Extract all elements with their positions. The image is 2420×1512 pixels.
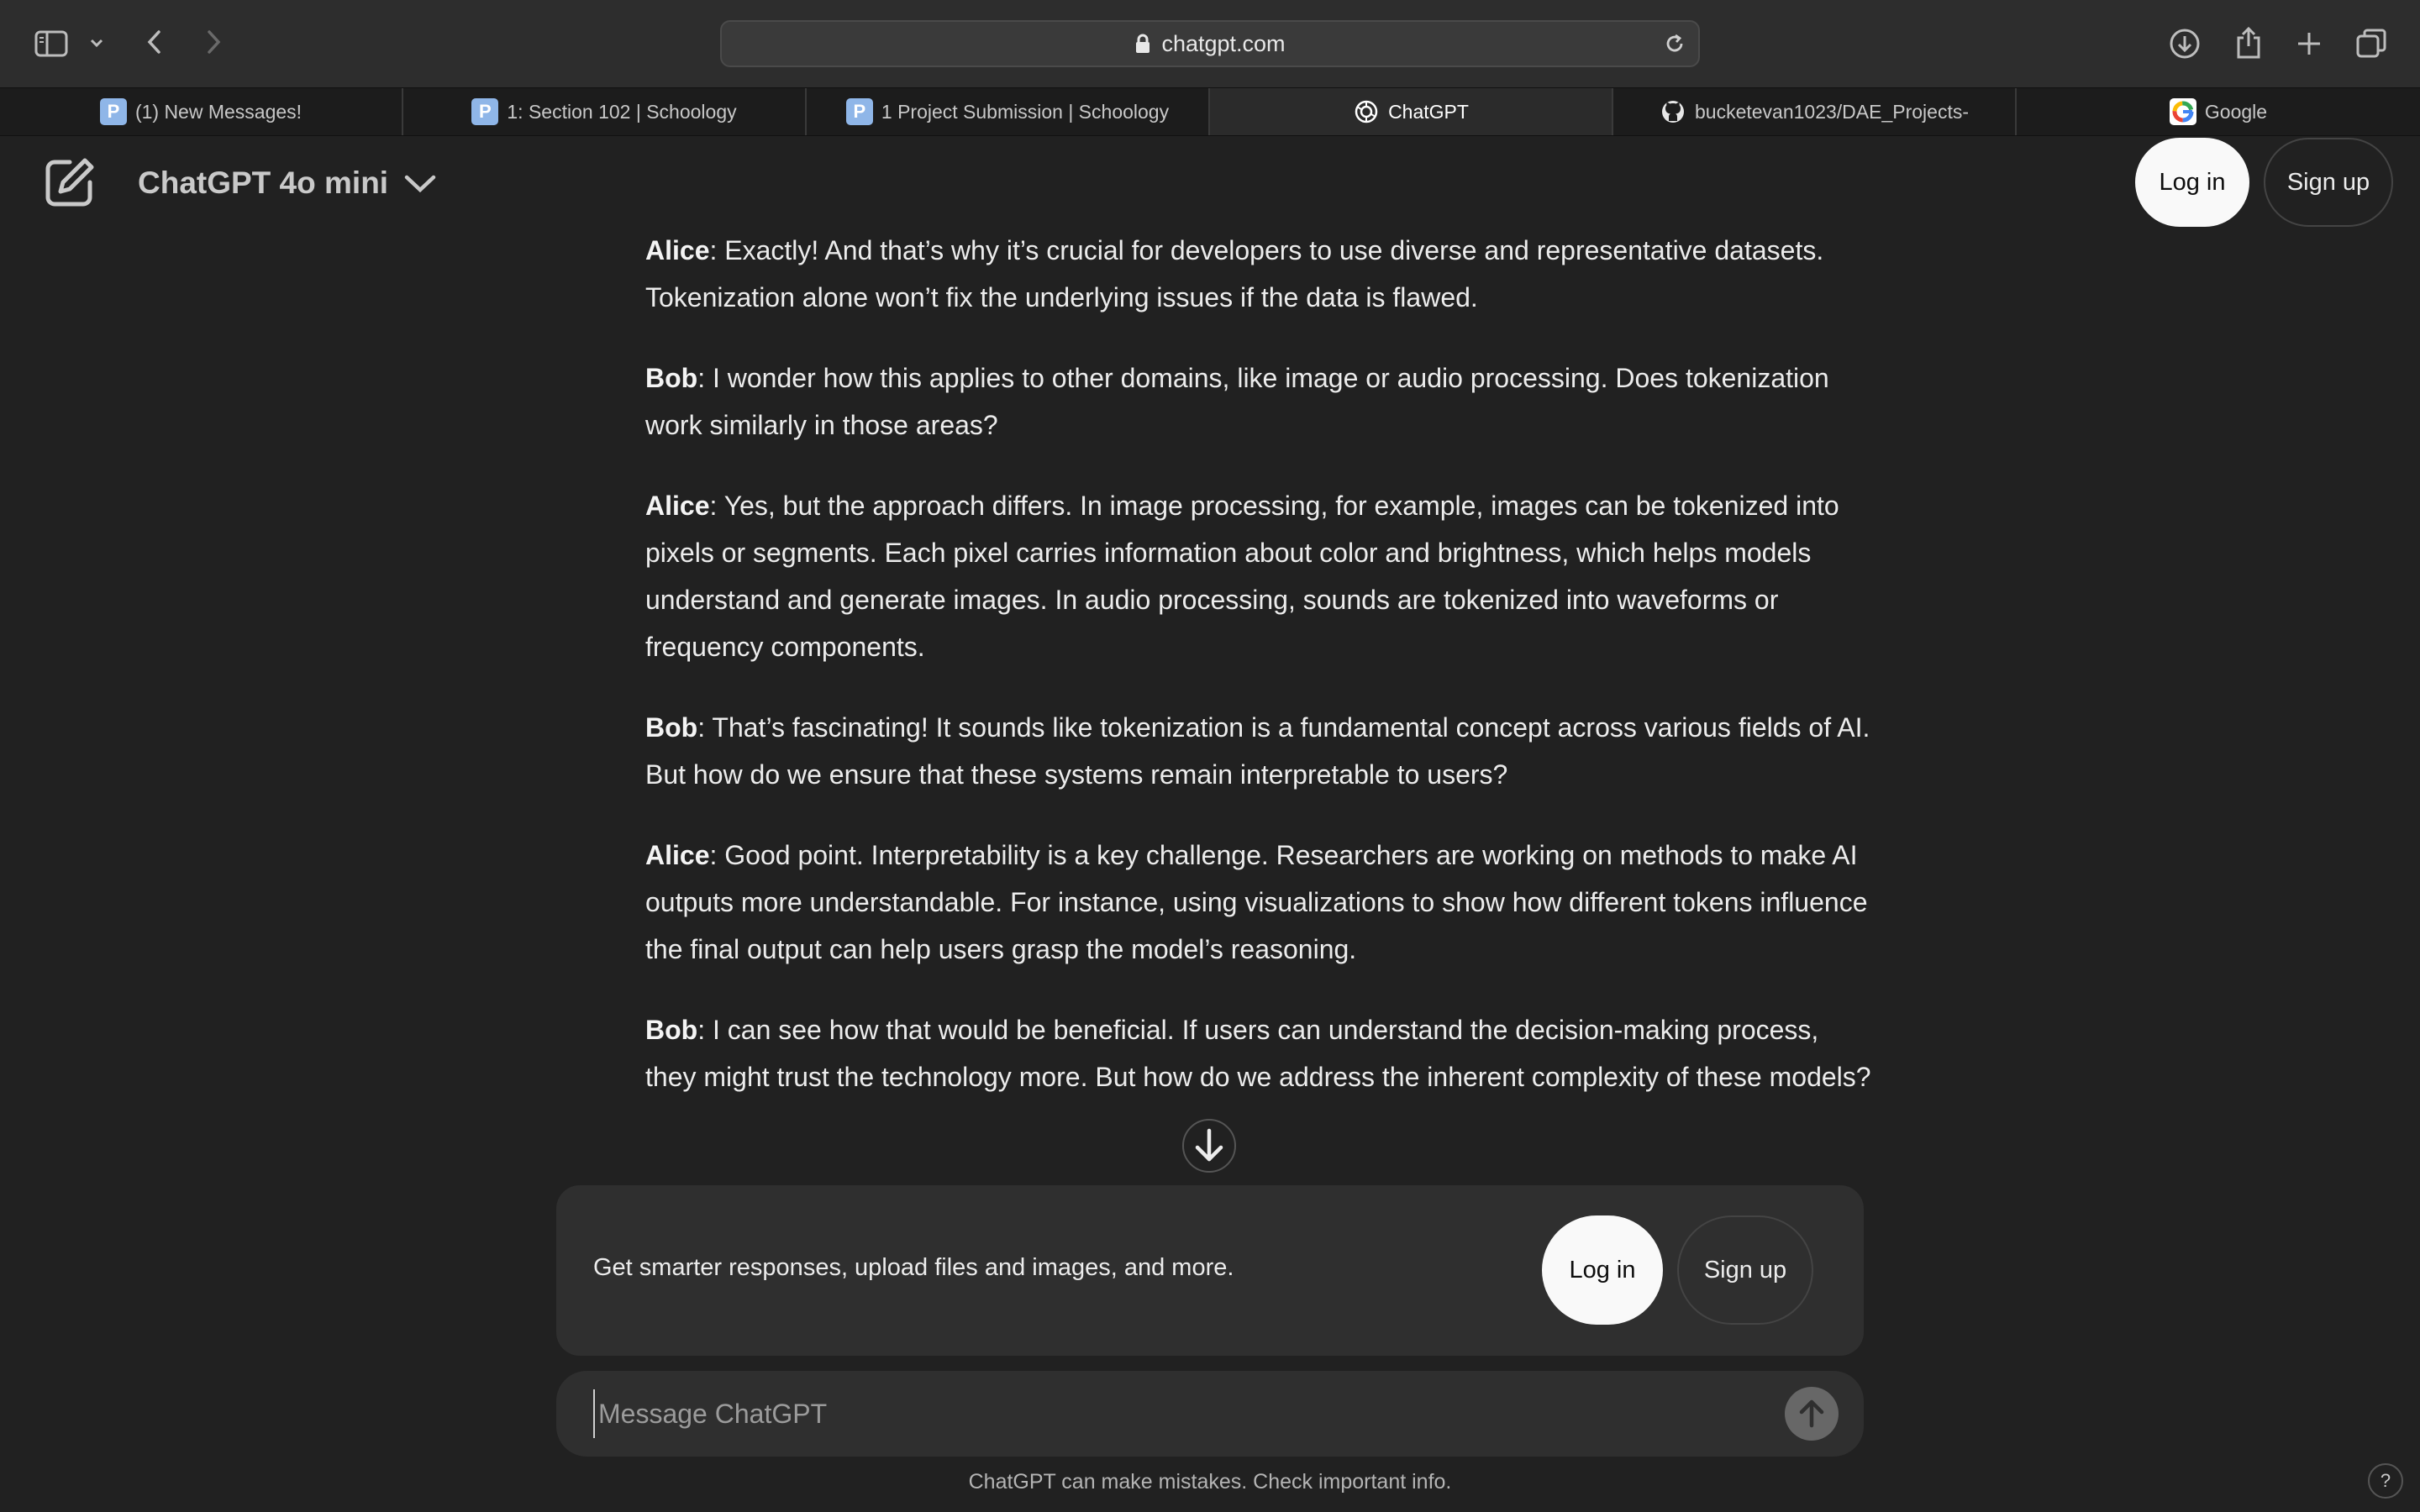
- message: Alice: Exactly! And that’s why it’s cruc…: [645, 227, 1872, 321]
- message-text: : Good point. Interpretability is a key …: [645, 840, 1868, 964]
- disclaimer-text: ChatGPT can make mistakes. Check importa…: [968, 1470, 1452, 1494]
- github-icon: [1660, 98, 1686, 125]
- tab-label: 1 Project Submission | Schoology: [881, 100, 1170, 123]
- google-icon: [2169, 98, 2196, 125]
- message-text: : I can see how that would be beneficial…: [645, 1015, 1871, 1092]
- tab-label: 1: Section 102 | Schoology: [507, 100, 737, 123]
- message: Alice: Yes, but the approach differs. In…: [645, 482, 1872, 670]
- arrow-down-icon: [1192, 1127, 1226, 1164]
- back-icon[interactable]: [139, 25, 170, 59]
- message-text: : Yes, but the approach differs. In imag…: [645, 491, 1839, 662]
- message: Bob: I wonder how this applies to other …: [645, 354, 1872, 449]
- share-icon[interactable]: [2230, 24, 2267, 62]
- scroll-to-bottom-button[interactable]: [1182, 1119, 1236, 1173]
- message-text: : Exactly! And that’s why it’s crucial f…: [645, 235, 1824, 312]
- speaker-name: Alice: [645, 840, 710, 870]
- openai-icon: [1353, 98, 1380, 125]
- tab-google[interactable]: Google: [2017, 88, 2420, 135]
- speaker-name: Bob: [645, 363, 698, 393]
- model-name: ChatGPT 4o mini: [138, 165, 389, 200]
- tab-overview-icon[interactable]: [2353, 25, 2390, 62]
- promo-text: Get smarter responses, upload files and …: [593, 1254, 1234, 1281]
- message-input[interactable]: [593, 1389, 1686, 1438]
- tab-label: bucketevan1023/DAE_Projects-: [1694, 100, 1970, 123]
- tab-label: ChatGPT: [1388, 100, 1469, 123]
- conversation: Alice: Exactly! And that’s why it’s cruc…: [645, 227, 1872, 1134]
- schoology-icon: P: [471, 98, 499, 125]
- chevron-down-icon: [403, 173, 437, 193]
- speaker-name: Alice: [645, 235, 710, 265]
- speaker-name: Alice: [645, 491, 710, 521]
- tab-github[interactable]: bucketevan1023/DAE_Projects-: [1613, 88, 2017, 135]
- model-selector[interactable]: ChatGPT 4o mini: [138, 160, 437, 207]
- url-text: chatgpt.com: [1161, 30, 1286, 56]
- header-signup-button[interactable]: Sign up: [2264, 138, 2393, 227]
- message: Alice: Good point. Interpretability is a…: [645, 832, 1872, 973]
- signup-promo-panel: Get smarter responses, upload files and …: [556, 1185, 1864, 1356]
- chevron-down-icon[interactable]: [84, 30, 109, 55]
- message-text: : I wonder how this applies to other dom…: [645, 363, 1829, 440]
- tab-section-102[interactable]: P 1: Section 102 | Schoology: [403, 88, 807, 135]
- send-button[interactable]: [1785, 1387, 1839, 1441]
- reload-icon[interactable]: [1663, 32, 1686, 61]
- speaker-name: Bob: [645, 1015, 698, 1045]
- arrow-up-icon: [1797, 1399, 1826, 1429]
- tab-label: (1) New Messages!: [134, 100, 302, 123]
- new-chat-icon[interactable]: [40, 155, 97, 212]
- tab-new-messages[interactable]: P (1) New Messages!: [0, 88, 403, 135]
- promo-login-button[interactable]: Log in: [1542, 1215, 1663, 1325]
- schoology-icon: P: [99, 98, 127, 125]
- message-composer: [556, 1371, 1864, 1457]
- schoology-icon: P: [845, 98, 873, 125]
- address-bar[interactable]: chatgpt.com: [720, 20, 1700, 67]
- promo-signup-button[interactable]: Sign up: [1677, 1215, 1813, 1325]
- tab-project-submission[interactable]: P 1 Project Submission | Schoology: [807, 88, 1210, 135]
- speaker-name: Bob: [645, 712, 698, 743]
- download-icon[interactable]: [2166, 25, 2203, 62]
- message-text: : That’s fascinating! It sounds like tok…: [645, 712, 1870, 790]
- tab-label: Google: [2204, 100, 2268, 123]
- tab-strip: P (1) New Messages! P 1: Section 102 | S…: [0, 87, 2420, 136]
- browser-toolbar: chatgpt.com: [0, 0, 2420, 87]
- tab-chatgpt[interactable]: ChatGPT: [1210, 88, 1613, 135]
- sidebar-toggle-icon[interactable]: [32, 25, 71, 62]
- header-login-button[interactable]: Log in: [2135, 138, 2249, 227]
- lock-icon: [1134, 34, 1151, 54]
- app-header: ChatGPT 4o mini Log in Sign up: [0, 136, 2420, 228]
- forward-icon[interactable]: [198, 25, 229, 59]
- help-button[interactable]: ?: [2368, 1463, 2403, 1499]
- message: Bob: That’s fascinating! It sounds like …: [645, 704, 1872, 798]
- message: Bob: I can see how that would be benefic…: [645, 1006, 1872, 1100]
- new-tab-icon[interactable]: [2291, 25, 2328, 62]
